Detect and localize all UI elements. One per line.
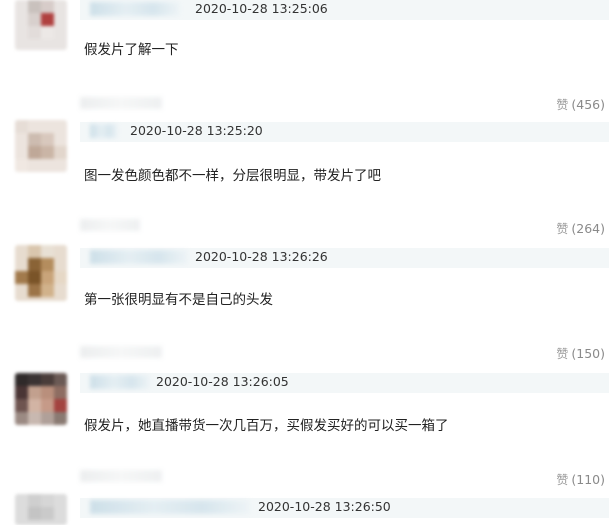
- like-button[interactable]: 赞 (456): [556, 96, 605, 113]
- thumbs-up-icon: 赞: [556, 98, 569, 112]
- like-button[interactable]: 赞 (264): [556, 220, 605, 237]
- like-button[interactable]: 赞 (110): [556, 471, 605, 488]
- username-redacted[interactable]: [90, 250, 188, 264]
- like-count: (150): [571, 346, 605, 361]
- username-redacted[interactable]: [90, 124, 118, 138]
- comment-text: 假发片，她直播带货一次几百万，买假发买好的可以买一箱了: [84, 418, 449, 434]
- like-count: (110): [571, 472, 605, 487]
- comment-text: 第一张很明显有不是自己的头发: [84, 292, 273, 308]
- comment-meta-bar: 2020-10-28 13:26:05: [80, 373, 609, 393]
- comment-actions: 赞 (456): [0, 96, 609, 114]
- avatar[interactable]: [15, 245, 67, 301]
- comment-text: 假发片了解一下: [84, 42, 179, 58]
- thumbs-up-icon: 赞: [556, 222, 569, 236]
- comment-item: 2020-10-28 13:25:06 假发片了解一下: [0, 0, 609, 90]
- comment-text: 图一发色颜色都不一样，分层很明显，带发片了吧: [84, 168, 381, 184]
- comment-meta-bar: 2020-10-28 13:26:26: [80, 248, 609, 268]
- avatar[interactable]: [15, 373, 67, 425]
- comment-item: 2020-10-28 13:26:05 假发片，她直播带货一次几百万，买假发买好…: [0, 370, 609, 460]
- thumbs-up-icon: 赞: [556, 473, 569, 487]
- comment-timestamp: 2020-10-28 13:25:06: [195, 1, 328, 16]
- username-redacted[interactable]: [90, 2, 180, 16]
- comment-item: 2020-10-28 13:26:26 第一张很明显有不是自己的头发: [0, 245, 609, 335]
- comment-meta-bar: 2020-10-28 13:25:20: [80, 122, 609, 142]
- avatar[interactable]: [15, 0, 67, 50]
- comment-timestamp: 2020-10-28 13:26:50: [258, 499, 391, 514]
- comment-meta-bar: 2020-10-28 13:26:50: [80, 498, 609, 518]
- comment-timestamp: 2020-10-28 13:25:20: [130, 123, 263, 138]
- comment-item: 2020-10-28 13:26:50: [0, 492, 609, 525]
- avatar[interactable]: [15, 120, 67, 172]
- like-button[interactable]: 赞 (150): [556, 345, 605, 362]
- comment-item: 2020-10-28 13:25:20 图一发色颜色都不一样，分层很明显，带发片…: [0, 120, 609, 210]
- username-redacted[interactable]: [90, 500, 250, 514]
- avatar[interactable]: [15, 494, 67, 525]
- username-redacted[interactable]: [90, 375, 150, 389]
- comment-actions: 赞 (110): [0, 471, 609, 489]
- comment-timestamp: 2020-10-28 13:26:05: [156, 374, 289, 389]
- comment-actions: 赞 (150): [0, 345, 609, 363]
- like-count: (264): [571, 221, 605, 236]
- comment-meta-bar: 2020-10-28 13:25:06: [80, 0, 609, 20]
- like-count: (456): [571, 97, 605, 112]
- comment-timestamp: 2020-10-28 13:26:26: [195, 249, 328, 264]
- thumbs-up-icon: 赞: [556, 347, 569, 361]
- comment-actions: 赞 (264): [0, 220, 609, 238]
